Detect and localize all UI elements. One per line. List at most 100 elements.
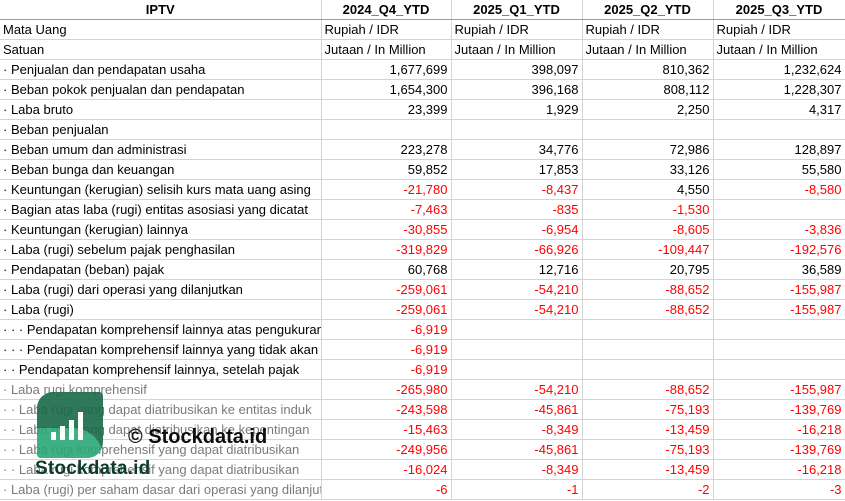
row-label[interactable]: · Laba rugi komprehensif (0, 379, 322, 400)
cell-value[interactable]: -45,861 (451, 439, 583, 460)
cell-value[interactable]: -8,437 (451, 179, 583, 200)
header-col-2024-q4[interactable]: 2024_Q4_YTD (321, 0, 452, 20)
row-label[interactable]: · Laba (rugi) (0, 299, 322, 320)
cell-value[interactable]: 398,097 (451, 59, 583, 80)
cell-value[interactable]: -21,780 (321, 179, 452, 200)
cell-value[interactable]: 1,654,300 (321, 79, 452, 100)
cell-value[interactable]: -192,576 (713, 239, 845, 260)
cell-value[interactable] (582, 339, 714, 360)
cell-value[interactable]: -6 (321, 479, 452, 500)
cell-value[interactable]: -88,652 (582, 299, 714, 320)
cell-value[interactable]: -265,980 (321, 379, 452, 400)
cell-value[interactable]: -16,218 (713, 459, 845, 480)
cell-value[interactable]: -6,919 (321, 359, 452, 380)
cell-value[interactable] (713, 319, 845, 340)
cell-value[interactable]: -249,956 (321, 439, 452, 460)
cell-value[interactable]: Rupiah / IDR (713, 19, 845, 40)
row-label[interactable]: · · · Pendapatan komprehensif lainnya at… (0, 319, 322, 340)
cell-value[interactable]: 2,250 (582, 99, 714, 120)
cell-value[interactable]: -139,769 (713, 439, 845, 460)
cell-value[interactable]: -13,459 (582, 459, 714, 480)
cell-value[interactable]: -88,652 (582, 379, 714, 400)
cell-value[interactable]: -259,061 (321, 299, 452, 320)
cell-value[interactable] (713, 339, 845, 360)
cell-value[interactable]: Jutaan / In Million (713, 39, 845, 60)
cell-value[interactable]: -54,210 (451, 379, 583, 400)
cell-value[interactable]: Jutaan / In Million (451, 39, 583, 60)
row-label[interactable]: · Beban bunga dan keuangan (0, 159, 322, 180)
cell-value[interactable]: Rupiah / IDR (321, 19, 452, 40)
cell-value[interactable]: -3 (713, 479, 845, 500)
cell-value[interactable]: 128,897 (713, 139, 845, 160)
cell-value[interactable]: 23,399 (321, 99, 452, 120)
cell-value[interactable]: 33,126 (582, 159, 714, 180)
cell-value[interactable]: 223,278 (321, 139, 452, 160)
cell-value[interactable]: -1 (451, 479, 583, 500)
row-label[interactable]: Mata Uang (0, 19, 322, 40)
cell-value[interactable]: -835 (451, 199, 583, 220)
cell-value[interactable]: -6,919 (321, 339, 452, 360)
cell-value[interactable]: 396,168 (451, 79, 583, 100)
row-label[interactable]: · Keuntungan (kerugian) lainnya (0, 219, 322, 240)
cell-value[interactable]: 1,929 (451, 99, 583, 120)
cell-value[interactable]: -13,459 (582, 419, 714, 440)
cell-value[interactable]: -54,210 (451, 279, 583, 300)
row-label[interactable]: · Beban penjualan (0, 119, 322, 140)
cell-value[interactable]: -7,463 (321, 199, 452, 220)
row-label[interactable]: · Laba (rugi) sebelum pajak penghasilan (0, 239, 322, 260)
cell-value[interactable] (713, 119, 845, 140)
row-label[interactable]: · Penjualan dan pendapatan usaha (0, 59, 322, 80)
row-label[interactable]: · · Laba rugi komprehensif yang dapat di… (0, 439, 322, 460)
cell-value[interactable]: -8,349 (451, 419, 583, 440)
cell-value[interactable]: 1,677,699 (321, 59, 452, 80)
header-col-2025-q2[interactable]: 2025_Q2_YTD (582, 0, 714, 20)
cell-value[interactable]: -3,836 (713, 219, 845, 240)
cell-value[interactable]: -6,919 (321, 319, 452, 340)
row-label[interactable]: · · Pendapatan komprehensif lainnya, set… (0, 359, 322, 380)
cell-value[interactable]: -109,447 (582, 239, 714, 260)
cell-value[interactable]: Rupiah / IDR (451, 19, 583, 40)
row-label[interactable]: · Laba (rugi) per saham dasar dari opera… (0, 479, 322, 500)
cell-value[interactable] (321, 119, 452, 140)
cell-value[interactable]: -139,769 (713, 399, 845, 420)
cell-value[interactable]: 12,716 (451, 259, 583, 280)
cell-value[interactable]: -155,987 (713, 299, 845, 320)
cell-value[interactable]: Jutaan / In Million (321, 39, 452, 60)
cell-value[interactable]: -8,349 (451, 459, 583, 480)
cell-value[interactable]: -45,861 (451, 399, 583, 420)
cell-value[interactable]: 60,768 (321, 259, 452, 280)
row-label[interactable]: · Laba (rugi) dari operasi yang dilanjut… (0, 279, 322, 300)
cell-value[interactable]: -66,926 (451, 239, 583, 260)
row-label[interactable]: · Pendapatan (beban) pajak (0, 259, 322, 280)
row-label[interactable]: · Laba bruto (0, 99, 322, 120)
row-label[interactable]: · · · Pendapatan komprehensif lainnya ya… (0, 339, 322, 360)
cell-value[interactable]: 1,228,307 (713, 79, 845, 100)
cell-value[interactable]: Rupiah / IDR (582, 19, 714, 40)
header-label[interactable]: IPTV (0, 0, 322, 20)
cell-value[interactable]: -16,218 (713, 419, 845, 440)
cell-value[interactable]: -1,530 (582, 199, 714, 220)
cell-value[interactable]: -54,210 (451, 299, 583, 320)
cell-value[interactable]: -88,652 (582, 279, 714, 300)
cell-value[interactable]: -319,829 (321, 239, 452, 260)
cell-value[interactable]: 4,550 (582, 179, 714, 200)
cell-value[interactable]: -155,987 (713, 279, 845, 300)
cell-value[interactable]: -6,954 (451, 219, 583, 240)
cell-value[interactable]: 4,317 (713, 99, 845, 120)
cell-value[interactable]: -75,193 (582, 439, 714, 460)
cell-value[interactable]: -75,193 (582, 399, 714, 420)
cell-value[interactable]: 55,580 (713, 159, 845, 180)
cell-value[interactable]: -30,855 (321, 219, 452, 240)
row-label[interactable]: · Beban umum dan administrasi (0, 139, 322, 160)
row-label[interactable]: · · Laba rugi yang dapat diatribusikan k… (0, 399, 322, 420)
cell-value[interactable]: -243,598 (321, 399, 452, 420)
cell-value[interactable]: -8,580 (713, 179, 845, 200)
cell-value[interactable]: -2 (582, 479, 714, 500)
header-col-2025-q1[interactable]: 2025_Q1_YTD (451, 0, 583, 20)
cell-value[interactable]: -16,024 (321, 459, 452, 480)
row-label[interactable]: · Bagian atas laba (rugi) entitas asosia… (0, 199, 322, 220)
cell-value[interactable]: 808,112 (582, 79, 714, 100)
cell-value[interactable]: 72,986 (582, 139, 714, 160)
cell-value[interactable]: 810,362 (582, 59, 714, 80)
cell-value[interactable] (451, 319, 583, 340)
